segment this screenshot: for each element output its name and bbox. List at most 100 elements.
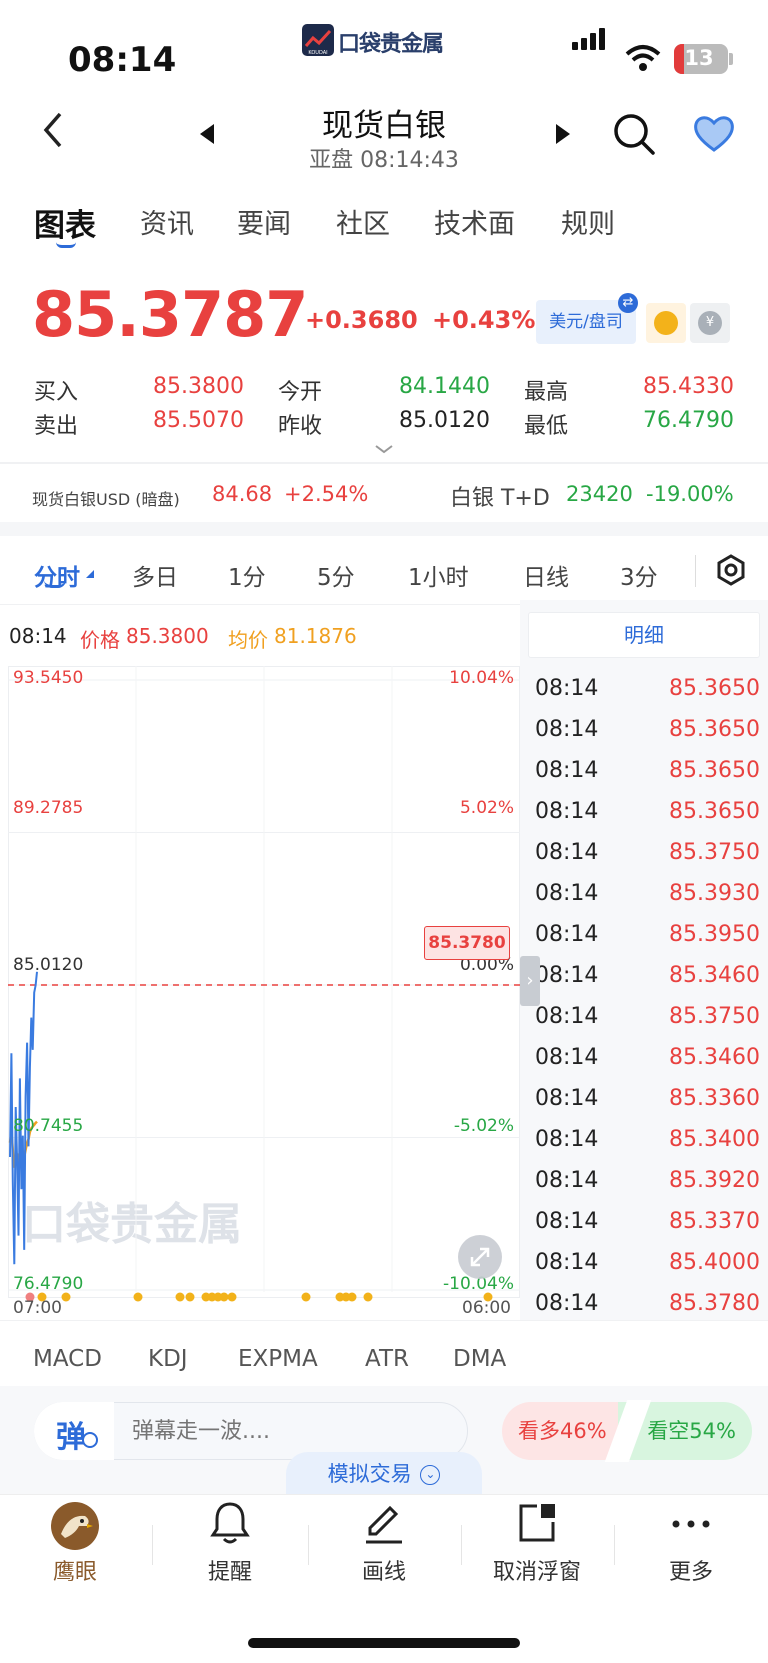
bell-icon	[210, 1502, 250, 1544]
period-tab-1min[interactable]: 1分	[228, 558, 266, 592]
wifi-icon	[625, 44, 661, 76]
x-axis-tick: 07:00	[13, 1298, 62, 1318]
currency-toggle-button[interactable]: ¥	[690, 303, 730, 343]
divider	[0, 1320, 768, 1321]
volume-marker	[133, 1292, 143, 1302]
divider	[695, 555, 696, 587]
battery-level: 13	[684, 46, 714, 70]
trade-row-time: 08:14	[535, 1045, 599, 1070]
expand-chevron-icon[interactable]	[374, 440, 394, 459]
volume-marker	[301, 1292, 311, 1302]
home-indicator	[248, 1638, 520, 1648]
simulated-trading-button[interactable]: 模拟交易 ⌄	[286, 1452, 482, 1496]
nav-label: 更多	[668, 1560, 713, 1585]
high-value: 85.4330	[643, 374, 734, 399]
tab-news[interactable]: 资讯	[140, 202, 194, 241]
trade-row-price: 85.3920	[669, 1168, 760, 1193]
related-market-name[interactable]: 现货白银USD (暗盘)	[32, 486, 180, 510]
trade-row-time: 08:14	[535, 758, 599, 783]
trade-row-price: 85.3750	[669, 840, 760, 865]
chevron-down-icon: ⌄	[420, 1465, 441, 1485]
trade-row-price: 85.3780	[669, 1291, 760, 1316]
trade-row-time: 08:14	[535, 676, 599, 701]
trade-row-time: 08:14	[535, 1209, 599, 1234]
low-value: 76.4790	[643, 408, 734, 433]
trade-row-time: 08:14	[535, 963, 599, 988]
period-tab-3min[interactable]: 3分	[620, 558, 658, 592]
x-axis-tick: 06:00	[462, 1298, 511, 1318]
indicator-atr[interactable]: ATR	[365, 1346, 409, 1372]
price-change: +0.3680	[305, 306, 418, 334]
divider	[0, 462, 768, 464]
period-tab-daily[interactable]: 日线	[523, 558, 569, 592]
nav-label: 鹰眼	[52, 1560, 97, 1585]
trade-row-price: 85.3370	[669, 1209, 760, 1234]
logo-text: 口袋贵金属	[338, 32, 444, 57]
tab-technical[interactable]: 技术面	[434, 202, 515, 241]
related-market-price: 84.68	[212, 482, 273, 506]
prev-close-value: 85.0120	[399, 408, 490, 433]
bid-value: 85.3800	[153, 374, 244, 399]
y-axis-tick: 93.5450	[13, 668, 84, 688]
next-instrument-icon[interactable]	[554, 122, 572, 150]
related-market-name[interactable]: 白银 T+D	[450, 480, 550, 512]
y-axis-tick: 76.4790	[13, 1274, 84, 1294]
y-axis-tick: 89.2785	[13, 798, 84, 818]
trade-row-time: 08:14	[535, 1086, 599, 1111]
volume-marker	[185, 1292, 195, 1302]
nav-label: 提醒	[207, 1560, 252, 1585]
trade-row-price: 85.3360	[669, 1086, 760, 1111]
search-icon[interactable]	[612, 112, 656, 160]
logo-badge-icon: KOUDAI	[302, 24, 334, 56]
pencil-icon	[366, 1505, 402, 1544]
eagle-eye-icon	[51, 1502, 99, 1550]
danmaku-icon[interactable]: 弹	[56, 1412, 86, 1456]
indicator-dma[interactable]: DMA	[453, 1346, 506, 1372]
danmaku-input[interactable]	[132, 1416, 452, 1446]
trade-row-time: 08:14	[535, 840, 599, 865]
tab-chart[interactable]: 图表	[34, 200, 96, 245]
favorite-heart-icon[interactable]	[692, 114, 736, 158]
trade-row-time: 08:14	[535, 1127, 599, 1152]
panel-collapse-handle[interactable]: ›	[520, 956, 540, 1006]
nav-cancel-float[interactable]	[462, 1500, 612, 1552]
tab-headlines[interactable]: 要闻	[237, 202, 291, 241]
trade-row-time: 08:14	[535, 881, 599, 906]
tab-rules[interactable]: 规则	[561, 202, 615, 241]
related-market-change: -19.00%	[646, 482, 734, 506]
volume-marker	[347, 1292, 357, 1302]
nav-label: 取消浮窗	[492, 1560, 581, 1585]
danmaku-check-icon	[82, 1432, 98, 1448]
theme-icon	[654, 311, 678, 335]
trade-row-price: 85.3930	[669, 881, 760, 906]
tab-community[interactable]: 社区	[336, 202, 390, 241]
ask-value: 85.5070	[153, 408, 244, 433]
open-label: 今开	[278, 380, 323, 405]
battery-icon: 13	[674, 44, 728, 74]
period-tab-1hour[interactable]: 1小时	[408, 558, 469, 592]
period-tab-multiday[interactable]: 多日	[132, 558, 178, 592]
open-value: 84.1440	[399, 374, 490, 399]
y-axis-pct-tick: -5.02%	[453, 1116, 514, 1136]
nav-alerts[interactable]	[155, 1500, 305, 1552]
status-time: 08:14	[68, 40, 177, 80]
volume-marker	[175, 1292, 185, 1302]
indicator-expma[interactable]: EXPMA	[238, 1346, 318, 1372]
indicator-macd[interactable]: MACD	[33, 1346, 102, 1372]
fullscreen-icon[interactable]	[458, 1235, 502, 1279]
trade-row-price: 85.3400	[669, 1127, 760, 1152]
trade-row-price: 85.4000	[669, 1250, 760, 1275]
indicator-kdj[interactable]: KDJ	[148, 1346, 188, 1372]
logo-badge-text: KOUDAI	[308, 50, 327, 56]
more-dots-icon	[672, 1520, 710, 1528]
price-change-percent: +0.43%	[432, 306, 536, 334]
nav-draw-line[interactable]	[309, 1500, 459, 1552]
nav-eagle-eye[interactable]	[0, 1500, 150, 1556]
period-dropdown-icon	[86, 570, 94, 578]
nav-more[interactable]	[616, 1500, 766, 1552]
chart-settings-icon[interactable]	[714, 553, 748, 591]
theme-toggle-button[interactable]	[646, 303, 686, 343]
detail-button[interactable]: 明细	[528, 612, 760, 658]
period-tab-5min[interactable]: 5分	[317, 558, 355, 592]
trade-row-time: 08:14	[535, 1004, 599, 1029]
